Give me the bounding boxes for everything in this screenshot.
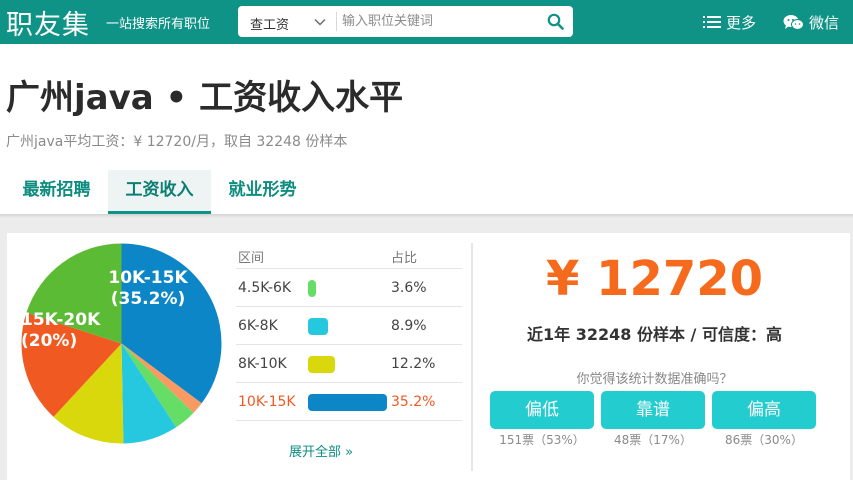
vote-high-count: 86票（30%）	[725, 433, 803, 447]
accuracy-question: 你觉得该统计数据准确吗？	[576, 372, 733, 387]
search-box: 查工资	[238, 6, 573, 37]
column-ratio-header: 占比	[391, 251, 418, 266]
page-subtitle: 广州java平均工资：¥ 12720/月，取自 32248 份样本	[6, 134, 348, 150]
list-icon	[703, 16, 721, 28]
table-row: 4.5K-6K 3.6%	[236, 269, 462, 307]
distribution-table: 区间 占比 4.5K-6K 3.6% 6K-8K 8.9% 8K-10K 12.2% 10K…	[236, 241, 462, 421]
row-range: 6K-8K	[238, 318, 278, 334]
row-range: 10K-15K	[238, 394, 296, 410]
header-shadow	[0, 214, 853, 218]
wechat-button[interactable]: 微信	[783, 12, 839, 32]
tab-employment-trend[interactable]: 就业形势	[212, 170, 313, 214]
row-ratio-bar	[308, 356, 336, 373]
column-range-header: 区间	[238, 251, 265, 266]
row-range: 8K-10K	[238, 356, 287, 372]
salary-summary: ¥ 12720 近1年 32248 份样本 / 可信度：高 你觉得该统计数据准确…	[477, 233, 850, 480]
pie-label-percent: (35.2%)	[110, 289, 186, 309]
vote-low-button[interactable]: 偏低	[490, 391, 594, 429]
pie-label-range: 10K-15K	[108, 268, 188, 288]
row-ratio: 8.9%	[391, 318, 427, 334]
tab-latest-jobs[interactable]: 最新招聘	[6, 170, 107, 214]
row-ratio: 3.6%	[391, 280, 427, 296]
search-input[interactable]	[342, 10, 538, 33]
search-divider	[336, 12, 337, 31]
search-icon[interactable]	[547, 13, 564, 30]
vertical-divider	[471, 243, 473, 471]
table-header: 区间 占比	[236, 241, 462, 269]
pie-label-percent: (20%)	[21, 331, 78, 351]
vote-accurate-count: 48票（17%）	[614, 433, 692, 447]
sample-info: 近1年 32248 份样本 / 可信度：高	[527, 325, 782, 344]
vote-low-count: 151票（53%）	[499, 433, 585, 447]
table-row: 10K-15K 35.2%	[236, 383, 462, 421]
salary-card: 10K-15K (35.2%) 15K-20K (20%) 区间 占比 4.5K…	[7, 233, 850, 480]
row-range: 4.5K-6K	[238, 280, 292, 296]
row-ratio: 35.2%	[391, 394, 436, 410]
row-ratio-bar	[308, 318, 329, 335]
chevron-down-icon[interactable]	[314, 16, 326, 28]
page-header: 广州java • 工资收入水平 广州java平均工资：¥ 12720/月，取自 …	[0, 44, 853, 214]
more-menu-button[interactable]: 更多	[703, 12, 756, 32]
more-label: 更多	[726, 13, 757, 32]
vote-accurate-button[interactable]: 靠谱	[601, 391, 705, 429]
table-row: 6K-8K 8.9%	[236, 307, 462, 345]
page-title: 广州java • 工资收入水平	[6, 78, 404, 118]
site-slogan: 一站搜索所有职位	[106, 17, 211, 32]
row-ratio-bar	[308, 394, 388, 411]
pie-label-range: 15K-20K	[21, 310, 101, 330]
pie-label-15k-20k: 15K-20K (20%)	[21, 310, 100, 352]
average-salary: ¥ 12720	[545, 251, 764, 307]
wechat-label: 微信	[809, 13, 840, 32]
expand-all-link[interactable]: 展开全部 »	[289, 441, 353, 460]
top-nav-bar: 职友集 一站搜索所有职位 查工资 更多 微信	[0, 0, 853, 44]
search-type-select[interactable]: 查工资	[250, 14, 289, 33]
row-ratio-bar	[308, 280, 317, 297]
wechat-icon	[783, 14, 804, 30]
vote-high-button[interactable]: 偏高	[712, 391, 816, 429]
tab-salary[interactable]: 工资收入	[108, 170, 211, 214]
row-ratio: 12.2%	[391, 356, 436, 372]
table-row: 8K-10K 12.2%	[236, 345, 462, 383]
pie-label-10k-15k: 10K-15K (35.2%)	[103, 268, 193, 310]
site-logo[interactable]: 职友集	[6, 3, 90, 42]
